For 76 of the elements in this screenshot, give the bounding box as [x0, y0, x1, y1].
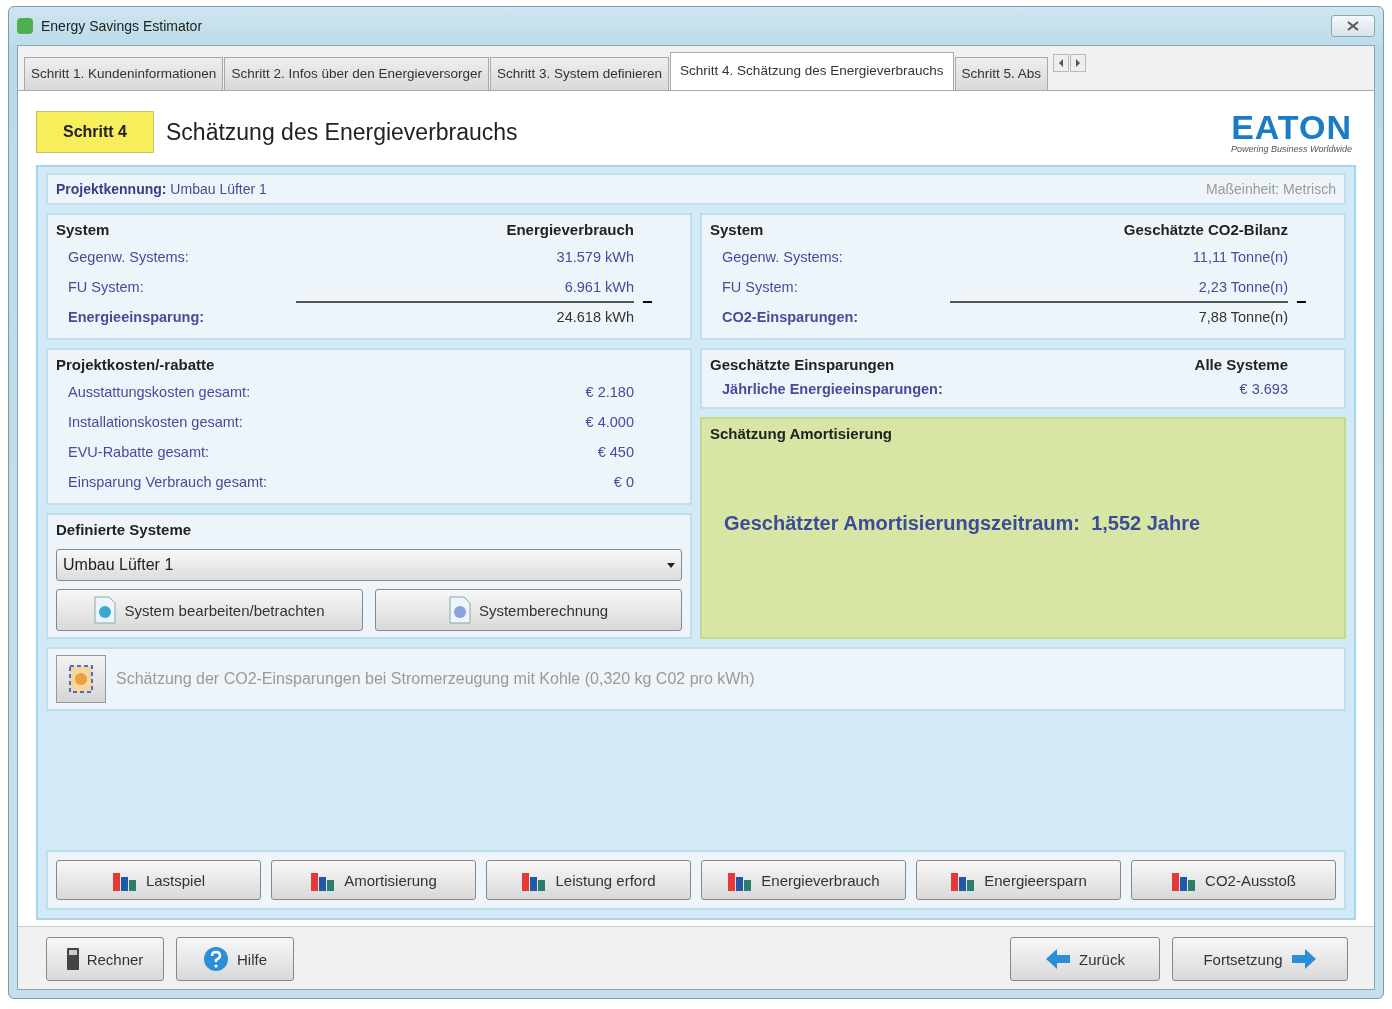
frame-icon [68, 664, 94, 694]
minus-sign: − [642, 291, 654, 313]
row-label: Energieeinsparung: [68, 309, 205, 325]
chart-button[interactable]: Lastspiel [56, 860, 261, 900]
scroll-right-button[interactable] [1070, 54, 1087, 72]
tab[interactable]: Schritt 3. System definieren [490, 57, 670, 90]
help-icon [203, 946, 229, 972]
co2-note: Schätzung der CO2-Einsparungen bei Stromerzeugung mit Kohle (0,320 kg C02 pro kWh) [116, 670, 755, 688]
tab[interactable]: Schritt 4. Schätzung des Energieverbrauchs [670, 52, 954, 90]
row-label: Installationskosten gesamt: [68, 414, 243, 430]
row-value: 31.579 kWh [556, 249, 634, 265]
left-arrow-icon [1045, 948, 1072, 970]
panel-heading: System [710, 221, 764, 238]
tab[interactable]: Schritt 2. Infos über den Energieversorger [224, 57, 489, 90]
project-id: Projektkennung: Umbau Lüfter 1 [56, 181, 267, 197]
row-value: 2,23 Tonne(n) [1198, 279, 1288, 295]
row-value: € 3.693 [1239, 381, 1288, 397]
tab[interactable]: Schritt 1. Kundeninformationen [24, 57, 224, 90]
edit-system-button[interactable]: System bearbeiten/betrachten [56, 589, 363, 631]
app-icon [17, 18, 33, 34]
row-label: Gegenw. Systems: [722, 249, 843, 265]
back-button[interactable]: Zurück [1010, 937, 1160, 981]
unit-setting: Maßeinheit: Metrisch [1206, 181, 1336, 197]
column-heading: Geschätzte CO2-Bilanz [1123, 221, 1288, 238]
column-heading: Energieverbrauch [506, 221, 634, 238]
panel-heading: Definierte Systeme [56, 521, 192, 538]
row-value: € 2.180 [585, 384, 634, 400]
panel-heading: Schätzung Amortisierung [710, 425, 893, 442]
chart-button[interactable]: Amortisierung [271, 860, 476, 900]
payback-result: Geschätzter Amortisierungszeitraum: 1,552 Jahre [724, 512, 1202, 535]
row-value: 24.618 kWh [556, 309, 634, 325]
step-badge: Schritt 4 [36, 111, 154, 153]
panel-heading: System [56, 221, 110, 238]
help-button[interactable]: Hilfe [176, 937, 294, 981]
row-value: € 0 [613, 474, 634, 490]
document-magnifier-icon [94, 596, 117, 624]
row-value: € 450 [597, 444, 634, 460]
document-icon [448, 596, 471, 624]
logo: EATON [1231, 110, 1352, 144]
page-title: Schätzung des Energieverbrauchs [166, 118, 519, 146]
right-arrow-icon [1290, 948, 1317, 970]
left-arrow-icon [1058, 59, 1065, 67]
right-arrow-icon [1075, 59, 1082, 67]
calculator-button[interactable]: Rechner [46, 937, 164, 981]
panel-heading: Projektkosten/-rabatte [56, 356, 215, 373]
row-value: 6.961 kWh [564, 279, 634, 295]
close-icon [1347, 21, 1359, 31]
row-label: Gegenw. Systems: [68, 249, 189, 265]
row-value: € 4.000 [585, 414, 634, 430]
row-label: Ausstattungskosten gesamt: [68, 384, 251, 400]
row-value: 11,11 Tonne(n) [1192, 249, 1288, 265]
column-heading: Alle Systeme [1194, 356, 1288, 373]
chart-button[interactable]: Leistung erford [486, 860, 691, 900]
calculator-icon [66, 948, 79, 970]
chart-button[interactable]: Energieersparn [916, 860, 1121, 900]
minus-sign: − [1296, 291, 1308, 313]
row-value: 7,88 Tonne(n) [1198, 309, 1288, 325]
chart-button[interactable]: CO2-Ausstoß [1131, 860, 1336, 900]
row-label: CO2-Einsparungen: [722, 309, 859, 325]
dropdown-caret-icon [667, 562, 675, 568]
next-button[interactable]: Fortsetzung [1172, 937, 1348, 981]
row-label: EVU-Rabatte gesamt: [68, 444, 210, 460]
chart-button[interactable]: Energieverbrauch [701, 860, 906, 900]
tab[interactable]: Schritt 5. Abs [954, 57, 1049, 90]
panel-heading: Geschätzte Einsparungen [710, 356, 895, 373]
row-label: Einsparung Verbrauch gesamt: [68, 474, 268, 490]
window-title: Energy Savings Estimator [41, 18, 204, 34]
row-label: Jährliche Energieeinsparungen: [722, 381, 943, 397]
close-button[interactable] [1331, 15, 1375, 37]
system-dropdown[interactable]: Umbau Lüfter 1 [56, 549, 682, 581]
calculate-system-button[interactable]: Systemberechnung [375, 589, 682, 631]
logo-tagline: Powering Business Worldwide [1230, 144, 1352, 154]
co2-info-button[interactable] [56, 655, 106, 703]
row-label: FU System: [722, 279, 798, 295]
row-label: FU System: [68, 279, 144, 295]
scroll-left-button[interactable] [1053, 54, 1070, 72]
